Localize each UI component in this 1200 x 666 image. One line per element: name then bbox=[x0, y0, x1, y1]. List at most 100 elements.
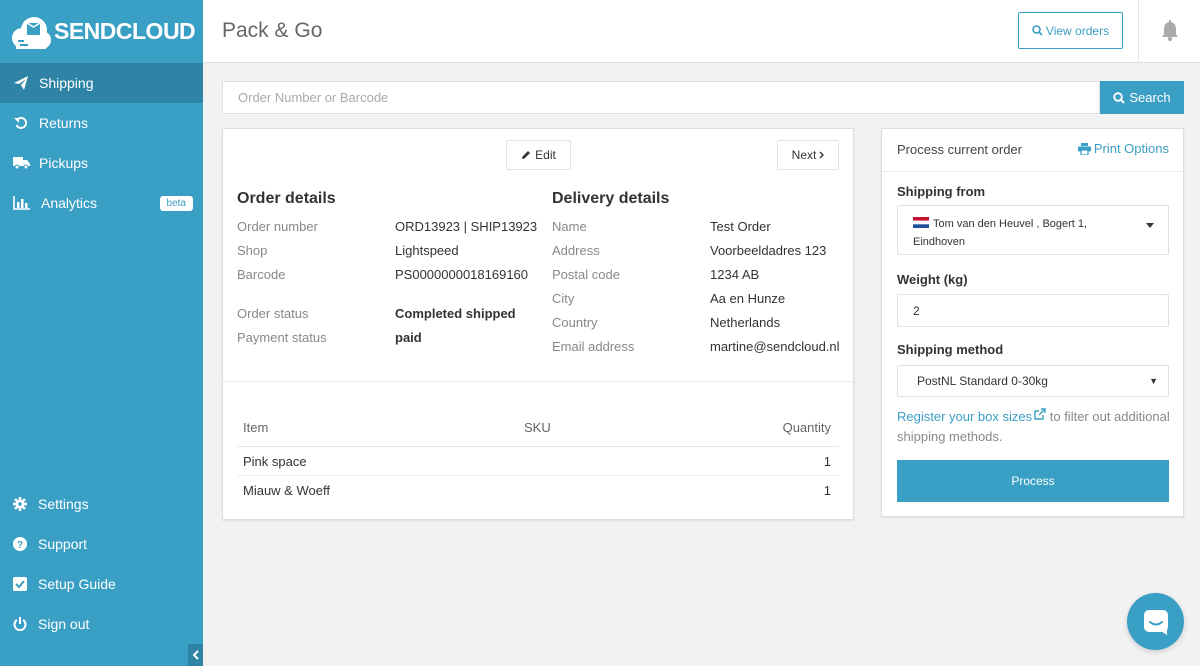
sidebar-item-label: Pickups bbox=[39, 155, 89, 171]
column-header-sku: SKU bbox=[524, 420, 551, 435]
pencil-icon bbox=[521, 150, 531, 160]
check-square-icon bbox=[11, 575, 29, 593]
field-label: Email address bbox=[552, 339, 635, 354]
sidebar-item-settings[interactable]: Settings bbox=[0, 484, 203, 524]
field-label: Shop bbox=[237, 243, 268, 258]
sidebar-item-label: Settings bbox=[38, 496, 89, 512]
barcode-value: PS0000000018169160 bbox=[395, 267, 529, 282]
items-table: Item SKU Quantity Pink space 1 Miauw & W… bbox=[237, 409, 839, 505]
sidebar: SENDCLOUD Shipping Returns Pickups Analy… bbox=[0, 0, 203, 666]
shipping-from-line1: Tom van den Heuvel , Bogert 1, bbox=[933, 218, 1088, 230]
process-button[interactable]: Process bbox=[897, 460, 1169, 502]
order-search-input[interactable] bbox=[222, 81, 1100, 114]
table-row: Pink space 1 bbox=[237, 447, 839, 476]
item-quantity: 1 bbox=[823, 453, 831, 469]
sidebar-item-label: Analytics bbox=[41, 195, 98, 211]
truck-icon bbox=[12, 154, 30, 172]
sidebar-item-support[interactable]: ? Support bbox=[0, 524, 203, 564]
chat-launcher-button[interactable] bbox=[1127, 593, 1184, 650]
shop-value: Lightspeed bbox=[395, 243, 459, 258]
shipping-from-label: Shipping from bbox=[897, 184, 986, 199]
question-circle-icon: ? bbox=[11, 535, 29, 553]
collapse-sidebar-button[interactable] bbox=[188, 644, 203, 666]
field-label: City bbox=[552, 291, 575, 306]
delivery-country-value: Netherlands bbox=[710, 315, 781, 330]
chevron-left-icon bbox=[192, 648, 200, 663]
field-label: Postal code bbox=[552, 267, 620, 282]
chat-icon bbox=[1143, 609, 1169, 635]
register-box-sizes-note: Register your box sizes to filter out ad… bbox=[897, 407, 1172, 447]
sidebar-item-label: Returns bbox=[39, 115, 89, 131]
register-link-label: Register your box sizes bbox=[897, 409, 1033, 424]
field-label: Payment status bbox=[237, 330, 327, 345]
netherlands-flag-icon bbox=[913, 216, 929, 228]
sidebar-item-returns[interactable]: Returns bbox=[0, 103, 203, 143]
sidebar-item-sign-out[interactable]: Sign out bbox=[0, 604, 203, 644]
sidebar-item-analytics[interactable]: Analytics beta bbox=[0, 183, 203, 223]
shipping-method-select[interactable]: PostNL Standard 0-30kg ▼ bbox=[897, 365, 1169, 397]
header-divider bbox=[1138, 0, 1139, 63]
field-label: Barcode bbox=[237, 267, 286, 282]
column-header-quantity: Quantity bbox=[782, 420, 831, 435]
search-button-label: Search bbox=[1129, 90, 1171, 105]
print-options-label: Print Options bbox=[1093, 141, 1169, 156]
table-row: Miauw & Woeff 1 bbox=[237, 476, 839, 505]
next-order-button[interactable]: Next bbox=[777, 140, 839, 170]
print-options-link[interactable]: Print Options bbox=[1077, 141, 1169, 156]
bell-icon[interactable] bbox=[1160, 20, 1180, 42]
item-quantity: 1 bbox=[823, 483, 831, 498]
brand-name: SENDCLOUD bbox=[54, 18, 196, 44]
main-nav: Shipping Returns Pickups Analytics beta bbox=[0, 63, 203, 223]
search-icon bbox=[1032, 25, 1043, 36]
shipping-method-label: Shipping method bbox=[897, 342, 1004, 357]
sidebar-item-label: Setup Guide bbox=[38, 576, 116, 592]
paper-plane-icon bbox=[12, 74, 30, 92]
delivery-address-value: Voorbeeldadres 123 bbox=[710, 243, 827, 258]
sendcloud-logo-icon bbox=[8, 10, 52, 54]
svg-text:?: ? bbox=[17, 540, 23, 551]
gear-icon bbox=[11, 495, 29, 513]
delivery-name-value: Test Order bbox=[710, 219, 771, 234]
sidebar-item-label: Sign out bbox=[38, 616, 90, 632]
sidebar-item-label: Shipping bbox=[39, 75, 94, 91]
external-link-icon bbox=[1034, 408, 1046, 420]
edit-label: Edit bbox=[535, 148, 556, 162]
field-label: Address bbox=[552, 243, 600, 258]
column-header-item: Item bbox=[243, 420, 269, 435]
field-label: Country bbox=[552, 315, 598, 330]
printer-icon bbox=[1077, 142, 1091, 155]
process-heading: Process current order bbox=[897, 142, 1022, 157]
sidebar-item-label: Support bbox=[38, 536, 88, 552]
brand-logo[interactable]: SENDCLOUD bbox=[0, 0, 203, 63]
shipping-from-select[interactable]: Tom van den Heuvel , Bogert 1, Eindhoven bbox=[897, 205, 1169, 255]
process-panel: Process current order Print Options Ship… bbox=[881, 128, 1184, 517]
search-icon bbox=[1113, 91, 1126, 104]
shipping-method-value: PostNL Standard 0-30kg bbox=[917, 374, 1048, 388]
edit-order-button[interactable]: Edit bbox=[506, 140, 571, 170]
order-number-value: ORD13923 | SHIP13923 bbox=[395, 219, 538, 234]
register-box-sizes-link[interactable]: Register your box sizes bbox=[897, 408, 1046, 424]
order-status-value: Completed shipped bbox=[395, 306, 516, 321]
bottom-nav: Settings ? Support Setup Guide Sign out bbox=[0, 484, 203, 644]
payment-status-value: paid bbox=[395, 330, 422, 345]
sidebar-item-pickups[interactable]: Pickups bbox=[0, 143, 203, 183]
table-header: Item SKU Quantity bbox=[237, 409, 839, 447]
view-orders-label: View orders bbox=[1045, 23, 1110, 38]
power-icon bbox=[11, 615, 29, 633]
view-orders-button[interactable]: View orders bbox=[1018, 12, 1123, 49]
weight-label: Weight (kg) bbox=[897, 272, 968, 287]
weight-input[interactable] bbox=[897, 294, 1169, 327]
item-name: Miauw & Woeff bbox=[243, 483, 330, 498]
field-label: Name bbox=[552, 219, 587, 234]
section-divider bbox=[223, 381, 853, 382]
undo-icon bbox=[12, 114, 30, 132]
sidebar-item-setup-guide[interactable]: Setup Guide bbox=[0, 564, 203, 604]
sidebar-item-shipping[interactable]: Shipping bbox=[0, 63, 203, 103]
search-button[interactable]: Search bbox=[1100, 81, 1184, 114]
delivery-details-title: Delivery details bbox=[552, 190, 670, 207]
beta-badge: beta bbox=[159, 196, 193, 211]
caret-down-icon: ▼ bbox=[1149, 376, 1158, 386]
caret-down-icon bbox=[1146, 223, 1154, 228]
field-label: Order number bbox=[237, 219, 318, 234]
order-details-title: Order details bbox=[237, 190, 336, 207]
